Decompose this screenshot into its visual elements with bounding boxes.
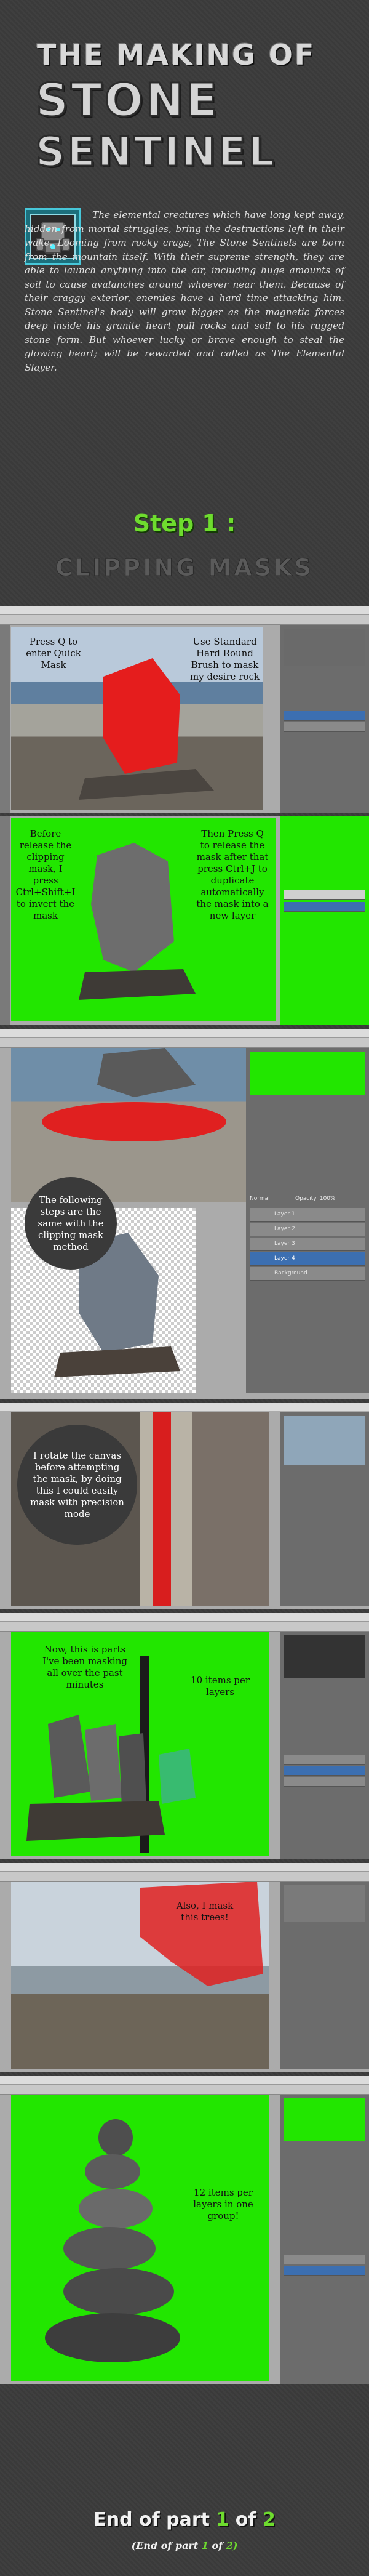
- note-rotate-canvas: I rotate the canvas before attempting th…: [17, 1425, 137, 1545]
- sub-part-number: 1: [201, 2540, 208, 2551]
- note-mask-trees: Also, I mask this trees!: [176, 1900, 234, 1923]
- note-hard-round-brush: Use Standard Hard Round Brush to mask my…: [190, 636, 260, 682]
- panels-dock: [280, 816, 369, 1025]
- screenshot-layers: The following steps are the same with th…: [0, 1029, 369, 1399]
- end-of-part-title: End of part 1 of 2: [0, 2509, 369, 2530]
- menu-bar: [0, 1863, 369, 1872]
- step-title: CLIPPING MASKS: [55, 554, 314, 582]
- of-text: of: [235, 2509, 256, 2530]
- canvas-area: Also, I mask this trees!: [11, 1882, 269, 2069]
- tools-panel: [0, 625, 10, 813]
- sub-of-text: of: [212, 2540, 223, 2551]
- note-items-in-group: 12 items per layers in one group!: [193, 2187, 253, 2221]
- red-mask-stroke: [153, 1412, 171, 1606]
- note-duplicate-layer: Then Press Q to release the mask after t…: [196, 828, 269, 921]
- note-quick-mask: Press Q to enter Quick Mask: [26, 636, 81, 670]
- options-bar: [0, 615, 369, 625]
- title-sentinel: SENTINEL: [35, 127, 277, 177]
- screenshot-rock-group: 12 items per layers in one group!: [0, 2076, 369, 2384]
- navigator-thumbnail: [284, 2098, 365, 2141]
- navigator-thumbnail: [250, 1052, 365, 1095]
- layer-row[interactable]: [284, 890, 365, 900]
- end-of-part-subtitle: (End of part 1 of 2): [0, 2540, 369, 2551]
- opacity-field[interactable]: Opacity: 100%: [295, 1196, 336, 1202]
- panels-dock: [280, 1412, 369, 1606]
- layer-row[interactable]: [284, 902, 365, 912]
- panels-dock: [280, 1632, 369, 1859]
- layer-row[interactable]: [284, 1777, 365, 1787]
- layer-row[interactable]: Layer 1: [250, 1208, 365, 1222]
- layer-row[interactable]: [284, 2266, 365, 2276]
- blend-mode[interactable]: Normal: [250, 1196, 270, 1202]
- screenshot-rotate-canvas: I rotate the canvas before attempting th…: [0, 1403, 369, 1609]
- options-bar: [0, 1038, 369, 1048]
- title-header: THE MAKING OF STONE SENTINEL: [0, 0, 369, 197]
- layer-row[interactable]: [284, 711, 365, 721]
- note-invert-mask: Before release the clipping mask, I pres…: [15, 828, 76, 921]
- menu-bar: [0, 606, 369, 615]
- layer-row[interactable]: Background: [250, 1267, 365, 1281]
- layer-row[interactable]: Layer 4: [250, 1252, 365, 1266]
- panels-dock: [280, 1882, 369, 2069]
- canvas-area: I rotate the canvas before attempting th…: [11, 1412, 269, 1606]
- layer-row[interactable]: [284, 2255, 365, 2264]
- panels-dock: [280, 625, 369, 813]
- navigator-thumbnail: [284, 1635, 365, 1678]
- canvas-area: Press Q to enter Quick Mask Use Standard…: [11, 627, 263, 810]
- screenshot-mask-trees: Also, I mask this trees!: [0, 1863, 369, 2072]
- end-sub-text: (End of part: [131, 2540, 199, 2551]
- layer-row[interactable]: Layer 2: [250, 1223, 365, 1236]
- options-bar: [0, 1622, 369, 1632]
- menu-bar: [0, 1613, 369, 1622]
- canvas-area: [11, 1048, 257, 1202]
- title-the-making-of: THE MAKING OF: [37, 38, 316, 71]
- navigator-thumbnail: [284, 1885, 365, 1922]
- canvas-area: 12 items per layers in one group!: [11, 2095, 269, 2381]
- intro-paragraph: The elemental creatures which have long …: [25, 209, 344, 373]
- layer-row[interactable]: [284, 722, 365, 732]
- menu-bar: [0, 1029, 369, 1038]
- canvas-area: Before release the clipping mask, I pres…: [11, 818, 276, 1021]
- options-bar: [0, 1872, 369, 1882]
- title-stone: STONE: [34, 73, 220, 128]
- part-number: 1: [216, 2509, 229, 2530]
- screenshot-masked-parts: Now, this is parts I've been masking all…: [0, 1613, 369, 1859]
- tools-panel: [0, 816, 10, 1025]
- layer-row[interactable]: Layer 3: [250, 1238, 365, 1251]
- step-label: Step 1 :: [133, 510, 236, 537]
- intro-section: The elemental creatures which have long …: [25, 208, 344, 485]
- screenshot-invert-mask: Before release the clipping mask, I pres…: [0, 816, 369, 1025]
- note-masked-parts: Now, this is parts I've been masking all…: [42, 1644, 127, 1690]
- menu-bar: [0, 2076, 369, 2085]
- panels-dock: [280, 2095, 369, 2384]
- part-total: 2: [262, 2509, 276, 2530]
- note-items-per-layer: 10 items per layers: [191, 1675, 250, 1697]
- navigator-thumbnail: [284, 629, 365, 666]
- navigator-thumbnail: [284, 1416, 365, 1465]
- screenshot-quick-mask: Press Q to enter Quick Mask Use Standard…: [0, 606, 369, 813]
- menu-bar: [0, 1403, 369, 1411]
- layer-row[interactable]: [284, 1755, 365, 1765]
- canvas-area: Now, this is parts I've been masking all…: [11, 1632, 269, 1856]
- layers-panel: Normal Opacity: 100% Layer 1 Layer 2 Lay…: [246, 1048, 369, 1393]
- sub-part-total: 2): [226, 2540, 238, 2551]
- end-text: End of part: [93, 2509, 210, 2530]
- tutorial-page: THE MAKING OF STONE SENTINEL The element…: [0, 0, 369, 2576]
- layer-row[interactable]: [284, 1766, 365, 1776]
- note-same-steps: The following steps are the same with th…: [25, 1177, 117, 1270]
- options-bar: [0, 2085, 369, 2095]
